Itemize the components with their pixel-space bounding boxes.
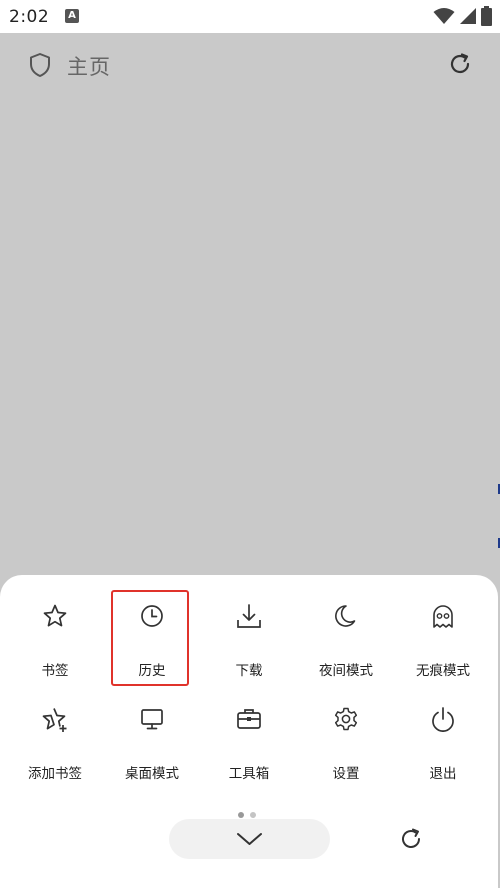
menu-item-label: 退出 xyxy=(429,766,457,782)
menu-item-desktop-mode[interactable]: 桌面模式 xyxy=(107,706,197,796)
app-notification-icon: A xyxy=(65,9,79,23)
page-dot xyxy=(250,812,256,818)
status-icons xyxy=(433,6,492,26)
page-title: 主页 xyxy=(67,55,111,79)
menu-item-label: 夜间模式 xyxy=(319,663,373,679)
menu-item-downloads[interactable]: 下载 xyxy=(204,603,294,693)
page-indicator xyxy=(238,812,256,818)
menu-item-night-mode[interactable]: 夜间模式 xyxy=(301,603,391,693)
ghost-icon xyxy=(433,605,453,628)
menu-item-exit[interactable]: 退出 xyxy=(398,706,488,796)
star-plus-icon xyxy=(42,708,67,732)
page-dot-active xyxy=(238,812,244,818)
download-icon xyxy=(237,604,261,628)
menu-item-bookmarks[interactable]: 书签 xyxy=(10,603,100,693)
wifi-icon xyxy=(433,8,455,24)
reload-icon[interactable] xyxy=(447,51,473,77)
monitor-icon xyxy=(141,709,163,730)
menu-item-label: 下载 xyxy=(235,663,263,679)
power-icon xyxy=(432,707,454,732)
chevron-down-icon xyxy=(237,833,262,845)
menu-item-label: 桌面模式 xyxy=(125,766,179,782)
collapse-menu-button[interactable] xyxy=(169,819,330,859)
page-header: 主页 xyxy=(0,33,500,95)
signal-icon xyxy=(460,8,476,24)
status-time: 2:02 xyxy=(9,7,50,27)
menu-item-incognito[interactable]: 无痕模式 xyxy=(398,603,488,693)
shield-icon[interactable] xyxy=(28,52,52,78)
highlight-box xyxy=(111,590,189,686)
toolbox-icon xyxy=(237,709,261,729)
gear-icon xyxy=(334,707,358,731)
menu-item-label: 工具箱 xyxy=(228,766,270,782)
menu-item-add-bookmark[interactable]: 添加书签 xyxy=(10,706,100,796)
menu-item-label: 无痕模式 xyxy=(416,663,470,679)
menu-item-settings[interactable]: 设置 xyxy=(301,706,391,796)
refresh-icon[interactable] xyxy=(398,826,424,852)
moon-icon xyxy=(335,605,356,627)
star-icon xyxy=(43,604,67,627)
menu-item-label: 设置 xyxy=(332,766,360,782)
menu-item-toolbox[interactable]: 工具箱 xyxy=(204,706,294,796)
status-bar: 2:02 A xyxy=(0,0,500,33)
menu-item-label: 添加书签 xyxy=(28,766,82,782)
menu-item-label: 书签 xyxy=(41,663,69,679)
battery-icon xyxy=(481,6,492,26)
